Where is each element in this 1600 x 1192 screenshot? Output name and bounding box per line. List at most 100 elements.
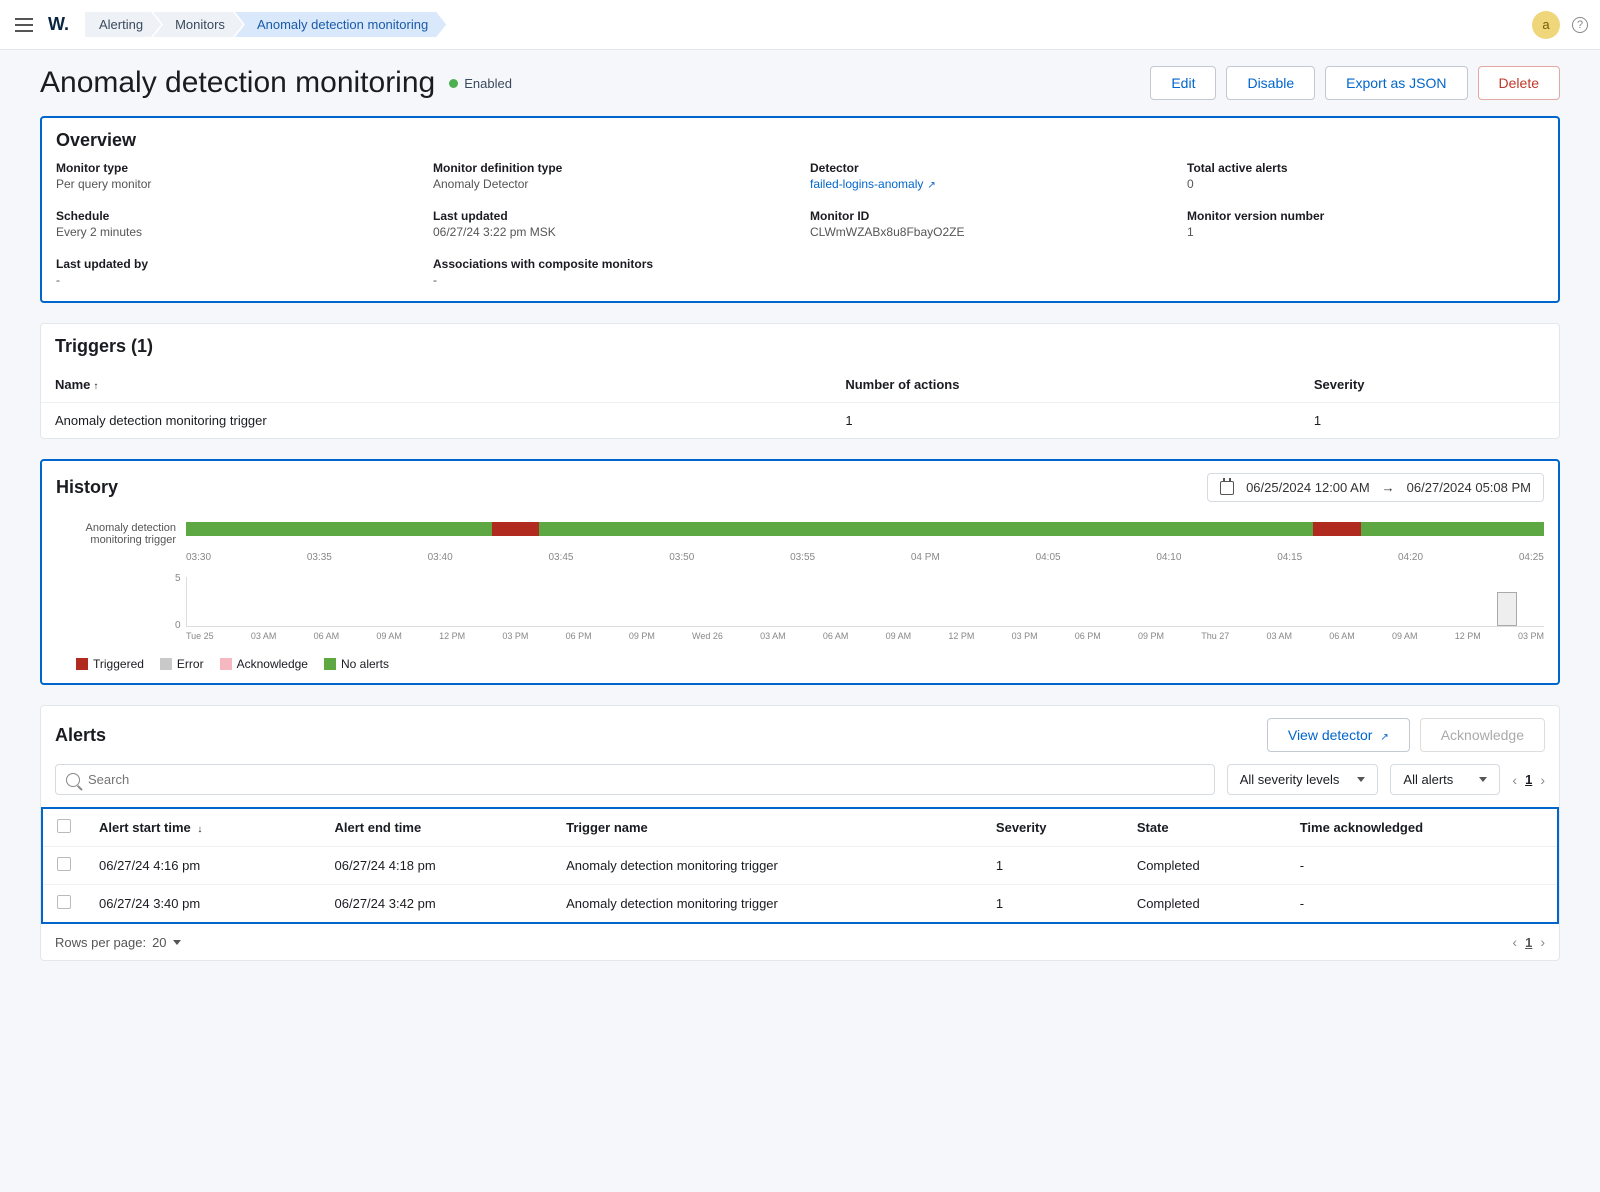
avatar[interactable]: a bbox=[1532, 11, 1560, 39]
breadcrumb-alerting[interactable]: Alerting bbox=[85, 12, 161, 37]
col-alert-start[interactable]: Alert start time ↓ bbox=[85, 809, 321, 847]
overview-chart[interactable]: 5 0 bbox=[186, 577, 1544, 627]
trigger-name: Anomaly detection monitoring trigger bbox=[41, 403, 831, 439]
logo: W. bbox=[48, 14, 69, 35]
page-title: Anomaly detection monitoring bbox=[40, 66, 435, 100]
view-detector-button[interactable]: View detector ↗ bbox=[1267, 718, 1410, 752]
label-detector: Detector bbox=[810, 161, 1167, 175]
pager-prev[interactable]: ‹ bbox=[1512, 934, 1517, 950]
timeline-bar[interactable] bbox=[186, 522, 1544, 536]
history-title: History bbox=[56, 477, 118, 498]
value-schedule: Every 2 minutes bbox=[56, 225, 413, 239]
label-monitor-type: Monitor type bbox=[56, 161, 413, 175]
alert-end: 06/27/24 3:42 pm bbox=[321, 885, 553, 923]
arrow-icon: → bbox=[1382, 480, 1395, 495]
triggered-segment bbox=[1313, 522, 1361, 536]
delete-button[interactable]: Delete bbox=[1478, 66, 1560, 100]
export-json-button[interactable]: Export as JSON bbox=[1325, 66, 1467, 100]
alert-state: Completed bbox=[1123, 847, 1286, 885]
triggers-panel: Triggers (1) Name↑ Number of actions Sev… bbox=[40, 323, 1560, 439]
external-link-icon: ↗ bbox=[1380, 732, 1388, 743]
trigger-severity: 1 bbox=[1300, 403, 1559, 439]
alert-row[interactable]: 06/27/24 3:40 pm06/27/24 3:42 pmAnomaly … bbox=[43, 885, 1557, 923]
chevron-down-icon bbox=[173, 940, 181, 945]
col-trigger-name[interactable]: Name↑ bbox=[41, 367, 831, 403]
brush-selection[interactable] bbox=[1497, 592, 1517, 626]
value-monitor-type: Per query monitor bbox=[56, 177, 413, 191]
overview-title: Overview bbox=[42, 118, 1558, 161]
rows-per-page[interactable]: Rows per page: 20 bbox=[55, 935, 181, 950]
search-input[interactable] bbox=[88, 772, 1204, 787]
sort-desc-icon: ↓ bbox=[197, 824, 202, 835]
triggers-title: Triggers (1) bbox=[41, 324, 1559, 367]
col-alert-end[interactable]: Alert end time bbox=[321, 809, 553, 847]
search-input-wrapper[interactable] bbox=[55, 764, 1215, 795]
external-link-icon: ↗ bbox=[927, 180, 935, 191]
pager-prev[interactable]: ‹ bbox=[1512, 772, 1517, 788]
status-badge: Enabled bbox=[449, 76, 512, 91]
label-last-updated: Last updated bbox=[433, 209, 790, 223]
alert-start: 06/27/24 4:16 pm bbox=[85, 847, 321, 885]
value-monitor-id: CLWmWZABx8u8FbayO2ZE bbox=[810, 225, 1167, 239]
alert-row[interactable]: 06/27/24 4:16 pm06/27/24 4:18 pmAnomaly … bbox=[43, 847, 1557, 885]
select-all-checkbox[interactable] bbox=[57, 819, 71, 833]
detector-link[interactable]: failed-logins-anomaly bbox=[810, 177, 923, 191]
overview-ticks: Tue 2503 AM06 AM09 AM12 PM03 PM06 PM09 P… bbox=[186, 631, 1544, 641]
breadcrumb-current: Anomaly detection monitoring bbox=[235, 12, 446, 37]
col-alert-ack[interactable]: Time acknowledged bbox=[1286, 809, 1557, 847]
search-icon bbox=[66, 773, 80, 787]
value-associations: - bbox=[433, 273, 790, 287]
alerts-title: Alerts bbox=[55, 725, 106, 746]
help-icon[interactable]: ? bbox=[1572, 17, 1588, 33]
y-tick: 0 bbox=[175, 620, 181, 631]
row-checkbox[interactable] bbox=[57, 895, 71, 909]
col-alert-trigger[interactable]: Trigger name bbox=[552, 809, 982, 847]
label-monitor-id: Monitor ID bbox=[810, 209, 1167, 223]
timeline-ticks: 03:3003:3503:4003:4503:5003:5504 PM04:05… bbox=[186, 552, 1544, 563]
legend-swatch-noalerts bbox=[324, 658, 336, 670]
trigger-actions: 1 bbox=[831, 403, 1300, 439]
legend-swatch-triggered bbox=[76, 658, 88, 670]
triggered-segment bbox=[492, 522, 540, 536]
date-range-picker[interactable]: 06/25/2024 12:00 AM → 06/27/2024 05:08 P… bbox=[1207, 473, 1544, 502]
breadcrumb: Alerting Monitors Anomaly detection moni… bbox=[85, 12, 446, 37]
pager-next[interactable]: › bbox=[1540, 772, 1545, 788]
row-checkbox[interactable] bbox=[57, 857, 71, 871]
alert-trigger: Anomaly detection monitoring trigger bbox=[552, 885, 982, 923]
pager-next[interactable]: › bbox=[1540, 934, 1545, 950]
alert-severity: 1 bbox=[982, 847, 1123, 885]
value-last-updated: 06/27/24 3:22 pm MSK bbox=[433, 225, 790, 239]
disable-button[interactable]: Disable bbox=[1226, 66, 1315, 100]
range-from: 06/25/2024 12:00 AM bbox=[1246, 480, 1370, 495]
pager-current: 1 bbox=[1525, 772, 1532, 787]
state-filter[interactable]: All alerts bbox=[1390, 764, 1500, 795]
sort-asc-icon: ↑ bbox=[93, 381, 98, 392]
col-alert-state[interactable]: State bbox=[1123, 809, 1286, 847]
edit-button[interactable]: Edit bbox=[1150, 66, 1216, 100]
chevron-down-icon bbox=[1357, 777, 1365, 782]
chevron-down-icon bbox=[1479, 777, 1487, 782]
history-panel: History 06/25/2024 12:00 AM → 06/27/2024… bbox=[40, 459, 1560, 685]
calendar-icon bbox=[1220, 481, 1234, 495]
timeline-label: Anomaly detection monitoring trigger bbox=[56, 522, 176, 546]
value-total-active: 0 bbox=[1187, 177, 1544, 191]
value-last-updated-by: - bbox=[56, 273, 413, 287]
hamburger-menu[interactable] bbox=[12, 13, 36, 37]
status-dot-icon bbox=[449, 79, 458, 88]
value-definition-type: Anomaly Detector bbox=[433, 177, 790, 191]
y-tick: 5 bbox=[175, 573, 181, 584]
pager-current: 1 bbox=[1525, 935, 1532, 950]
alert-start: 06/27/24 3:40 pm bbox=[85, 885, 321, 923]
overview-panel: Overview Monitor type Per query monitor M… bbox=[40, 116, 1560, 303]
alert-state: Completed bbox=[1123, 885, 1286, 923]
acknowledge-button: Acknowledge bbox=[1420, 718, 1545, 752]
col-trigger-actions[interactable]: Number of actions bbox=[831, 367, 1300, 403]
trigger-row[interactable]: Anomaly detection monitoring trigger 1 1 bbox=[41, 403, 1559, 439]
label-schedule: Schedule bbox=[56, 209, 413, 223]
severity-filter[interactable]: All severity levels bbox=[1227, 764, 1379, 795]
breadcrumb-monitors[interactable]: Monitors bbox=[153, 12, 243, 37]
label-associations: Associations with composite monitors bbox=[433, 257, 790, 271]
label-last-updated-by: Last updated by bbox=[56, 257, 413, 271]
col-trigger-severity[interactable]: Severity bbox=[1300, 367, 1559, 403]
col-alert-severity[interactable]: Severity bbox=[982, 809, 1123, 847]
